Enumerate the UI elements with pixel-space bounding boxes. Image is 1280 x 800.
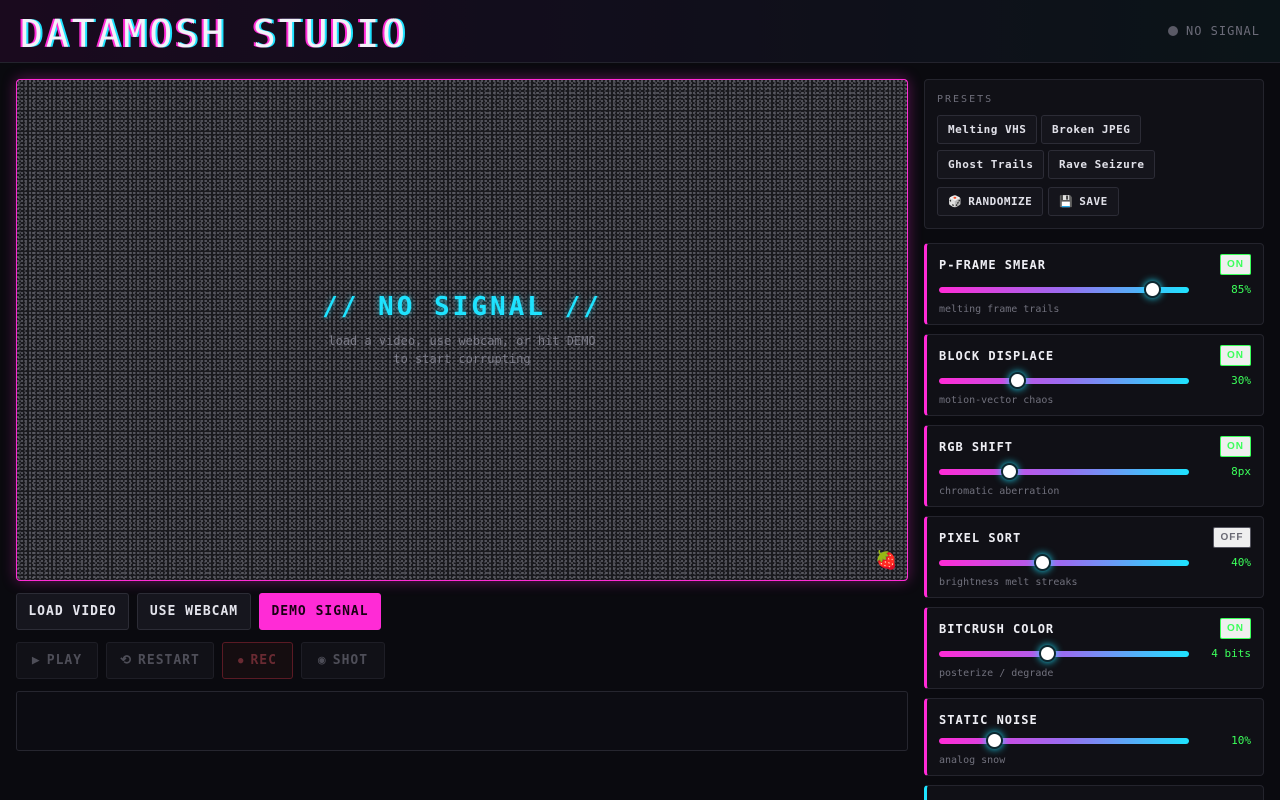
preset-broken-jpeg[interactable]: Broken JPEG — [1041, 115, 1142, 144]
effect-description: brightness melt streaks — [939, 577, 1078, 588]
effect-slider[interactable] — [939, 732, 1189, 749]
effect-description: chromatic aberration — [939, 486, 1060, 497]
effect-card-p-frame-smear: P-FRAME SMEAR ON 85% melting frame trail… — [924, 243, 1264, 325]
effect-value: 30% — [1231, 374, 1251, 387]
slider-thumb[interactable] — [1008, 372, 1026, 389]
slider-thumb[interactable] — [1143, 281, 1161, 298]
snapshot-button[interactable]: ◉ SHOT — [301, 642, 385, 679]
app-header: DATAMOSH STUDIO NO SIGNAL — [0, 0, 1280, 63]
effect-card-bitcrush-color: BITCRUSH COLOR ON 4 bits posterize / deg… — [924, 607, 1264, 689]
presets-panel: PRESETS Melting VHS Broken JPEG Ghost Tr… — [924, 79, 1264, 229]
effect-card-pixel-sort: PIXEL SORT OFF 40% brightness melt strea… — [924, 516, 1264, 598]
effect-slider[interactable] — [939, 281, 1189, 298]
effect-name: RGB SHIFT — [939, 440, 1014, 454]
snapshot-label: SHOT — [332, 653, 369, 668]
signal-status: NO SIGNAL — [1167, 24, 1260, 38]
video-viewer[interactable]: // NO SIGNAL // load a video, use webcam… — [16, 79, 908, 581]
restart-icon: ⟲ — [120, 653, 133, 668]
effect-toggle[interactable]: ON — [1220, 436, 1251, 457]
randomize-button[interactable]: 🎲 RANDOMIZE — [937, 187, 1044, 216]
effect-card-block-displace: BLOCK DISPLACE ON 30% motion-vector chao… — [924, 334, 1264, 416]
effect-name: PIXEL SORT — [939, 531, 1022, 545]
effect-value: 40% — [1231, 556, 1251, 569]
effect-value: 85% — [1231, 283, 1251, 296]
restart-label: RESTART — [138, 653, 200, 668]
effect-slider[interactable] — [939, 463, 1189, 480]
effect-card-rgb-shift: RGB SHIFT ON 8px chromatic aberration — [924, 425, 1264, 507]
effect-card-partial — [924, 785, 1264, 800]
effect-value: 8px — [1231, 465, 1251, 478]
effect-description: melting frame trails — [939, 304, 1060, 315]
effect-toggle[interactable]: OFF — [1213, 527, 1251, 548]
app-title: DATAMOSH STUDIO — [20, 12, 409, 56]
use-webcam-button[interactable]: USE WEBCAM — [137, 593, 251, 630]
slider-thumb[interactable] — [1033, 554, 1051, 571]
status-label: NO SIGNAL — [1185, 24, 1260, 38]
output-panel — [16, 691, 908, 751]
preset-melting-vhs[interactable]: Melting VHS — [937, 115, 1038, 144]
viewer-hint: load a video, use webcam, or hit DEMO to… — [17, 332, 907, 368]
hint-line-2: to start corrupting — [393, 352, 531, 366]
restart-button[interactable]: ⟲ RESTART — [106, 642, 214, 679]
record-icon: ● — [238, 655, 245, 666]
status-dot-icon — [1167, 26, 1178, 36]
hint-line-1: load a video, use webcam, or hit DEMO — [328, 334, 596, 348]
no-signal-heading: // NO SIGNAL // — [322, 292, 602, 322]
effect-description: posterize / degrade — [939, 668, 1054, 679]
slider-thumb[interactable] — [1038, 645, 1056, 662]
effect-slider[interactable] — [939, 645, 1189, 662]
effect-value: 10% — [1231, 734, 1251, 747]
play-label: PLAY — [46, 653, 83, 668]
slider-thumb[interactable] — [1001, 463, 1018, 480]
effect-value: 4 bits — [1211, 647, 1251, 660]
effect-slider[interactable] — [939, 554, 1189, 571]
effect-name: BLOCK DISPLACE — [939, 349, 1055, 363]
effect-toggle[interactable]: ON — [1220, 345, 1251, 366]
play-icon: ▶ — [31, 653, 41, 668]
record-label: REC — [250, 653, 277, 668]
strawberry-icon: 🍓 — [875, 550, 898, 571]
effect-card-static-noise: STATIC NOISE 10% analog snow — [924, 698, 1264, 776]
preset-ghost-trails[interactable]: Ghost Trails — [937, 150, 1045, 179]
effect-name: STATIC NOISE — [939, 713, 1038, 727]
presets-title: PRESETS — [937, 94, 994, 105]
preset-rave-seizure[interactable]: Rave Seizure — [1048, 150, 1156, 179]
dice-icon: 🎲 — [948, 195, 963, 208]
effect-name: BITCRUSH COLOR — [939, 622, 1055, 636]
camera-icon: ◉ — [317, 653, 327, 668]
play-button[interactable]: ▶ PLAY — [16, 642, 98, 679]
record-button[interactable]: ● REC — [222, 642, 293, 679]
effect-description: motion-vector chaos — [939, 395, 1054, 406]
randomize-label: RANDOMIZE — [968, 195, 1033, 208]
save-preset-button[interactable]: 💾 SAVE — [1048, 187, 1119, 216]
effect-toggle[interactable]: ON — [1220, 254, 1251, 275]
effect-name: P-FRAME SMEAR — [939, 258, 1046, 272]
effect-slider[interactable] — [939, 372, 1189, 389]
load-video-button[interactable]: LOAD VIDEO — [16, 593, 129, 630]
demo-signal-button[interactable]: DEMO SIGNAL — [259, 593, 381, 630]
slider-thumb[interactable] — [986, 732, 1003, 749]
effect-description: analog snow — [939, 755, 1006, 766]
floppy-disk-icon: 💾 — [1059, 195, 1074, 208]
save-label: SAVE — [1079, 195, 1108, 208]
effect-toggle[interactable]: ON — [1220, 618, 1251, 639]
